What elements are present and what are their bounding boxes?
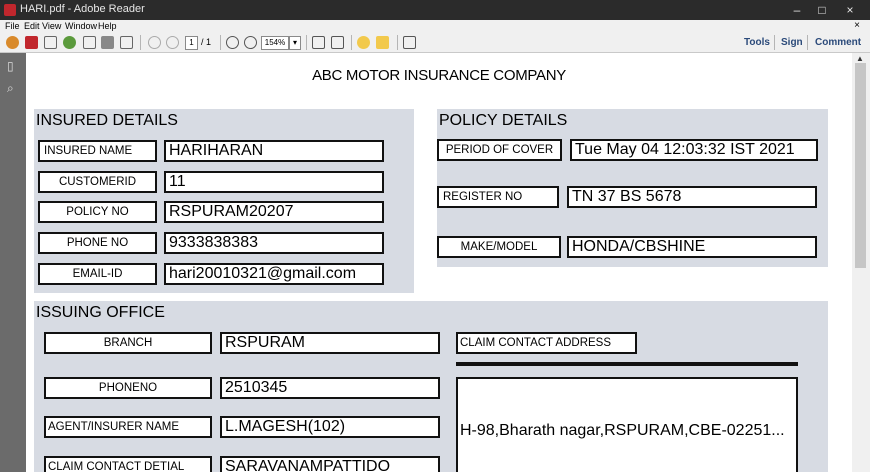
menu-help[interactable]: Help [98,21,117,31]
document-close-button[interactable]: × [854,20,860,31]
make-model-value: HONDA/CBSHINE [567,236,817,258]
vertical-scrollbar[interactable]: ▲ [852,53,870,472]
full-screen-icon[interactable] [403,36,416,49]
toolbar-separator [774,35,775,50]
register-no-value: TN 37 BS 5678 [567,186,817,208]
agent-insurer-name-value: L.MAGESH(102) [220,416,440,438]
phoneno-label: PHONENO [44,377,212,399]
maximize-button[interactable]: □ [811,1,833,19]
toolbar-separator [140,35,141,50]
tools-link[interactable]: Tools [744,37,770,48]
previous-page-icon[interactable] [148,36,161,49]
page-thumbnails-icon[interactable]: ▯ [7,59,19,73]
insured-name-value: HARIHARAN [164,140,384,162]
phone-no-label: PHONE NO [38,232,157,254]
scrollbar-thumb[interactable] [855,63,866,268]
highlight-icon[interactable] [376,36,389,49]
make-model-label: MAKE/MODEL [437,236,561,258]
claim-contact-detail-value: SARAVANAMPATTIDO [220,456,440,472]
scroll-up-icon[interactable]: ▲ [856,54,864,63]
toolbar-separator [351,35,352,50]
period-of-cover-value: Tue May 04 12:03:32 IST 2021 [570,139,818,161]
register-no-label: REGISTER NO [437,186,559,208]
share-icon[interactable] [63,36,76,49]
toolbar-separator [220,35,221,50]
policy-no-value: RSPURAM20207 [164,201,384,223]
section-heading: POLICY DETAILS [439,112,567,129]
menu-window[interactable]: Window [65,21,97,31]
agent-insurer-name-label: AGENT/INSURER NAME [44,416,212,438]
comment-icon[interactable] [357,36,370,49]
navigation-pane: ▯ ⌕ [0,53,26,472]
next-page-icon[interactable] [166,36,179,49]
phoneno-value: 2510345 [220,377,440,399]
zoom-in-icon[interactable] [244,36,257,49]
close-button[interactable]: × [839,1,861,19]
insured-name-label: INSURED NAME [38,140,157,162]
page-number-input[interactable]: 1 [185,36,198,50]
window-title: HARI.pdf - Adobe Reader [20,3,145,15]
zoom-out-icon[interactable] [226,36,239,49]
toolbar-separator [807,35,808,50]
policy-details-panel: POLICY DETAILS PERIOD OF COVER Tue May 0… [437,109,828,267]
divider-line [456,362,798,366]
customerid-label: CUSTOMERID [38,171,157,193]
issuing-office-panel: ISSUING OFFICE BRANCH RSPURAM PHONENO 25… [34,301,828,472]
insured-details-panel: INSURED DETAILS INSURED NAME HARIHARAN C… [34,109,414,293]
attachments-icon[interactable]: ⌕ [7,81,19,95]
edit-icon[interactable] [44,36,57,49]
comment-link[interactable]: Comment [815,37,861,48]
fit-width-icon[interactable] [331,36,344,49]
adobe-reader-icon [4,4,16,16]
claim-contact-address-label: CLAIM CONTACT ADDRESS [456,332,637,354]
menu-view[interactable]: View [42,21,61,31]
toolbar-separator [397,35,398,50]
customerid-value: 11 [164,171,384,193]
claim-contact-address-value: H-98,Bharath nagar,RSPURAM,CBE-02251... [456,377,798,472]
email-id-label: EMAIL-ID [38,263,157,285]
phone-no-value: 9333838383 [164,232,384,254]
create-pdf-icon[interactable] [25,36,38,49]
pdf-page: ABC MOTOR INSURANCE COMPANY INSURED DETA… [26,53,852,472]
open-icon[interactable] [6,36,19,49]
period-of-cover-label: PERIOD OF COVER [437,139,562,161]
title-bar: HARI.pdf - Adobe Reader – □ × [0,0,870,20]
menu-bar: File Edit View Window Help × [0,20,870,32]
print-icon[interactable] [101,36,114,49]
policy-no-label: POLICY NO [38,201,157,223]
section-heading: INSURED DETAILS [36,112,178,129]
toolbar: 1 / 1 154% ▾ Tools Sign Comment [0,32,870,53]
menu-file[interactable]: File [5,21,20,31]
fit-page-icon[interactable] [312,36,325,49]
branch-label: BRANCH [44,332,212,354]
toolbar-separator [306,35,307,50]
claim-contact-detail-label: CLAIM CONTACT DETIAL [44,456,212,472]
minimize-button[interactable]: – [786,1,808,19]
email-icon[interactable] [120,36,133,49]
zoom-level-input[interactable]: 154% [261,36,289,50]
document-title: ABC MOTOR INSURANCE COMPANY [312,67,566,84]
zoom-dropdown[interactable]: ▾ [289,36,301,50]
page-total: / 1 [201,37,212,47]
save-icon[interactable] [83,36,96,49]
branch-value: RSPURAM [220,332,440,354]
sign-link[interactable]: Sign [781,37,803,48]
menu-edit[interactable]: Edit [24,21,40,31]
email-id-value: hari20010321@gmail.com [164,263,384,285]
section-heading: ISSUING OFFICE [36,304,165,321]
